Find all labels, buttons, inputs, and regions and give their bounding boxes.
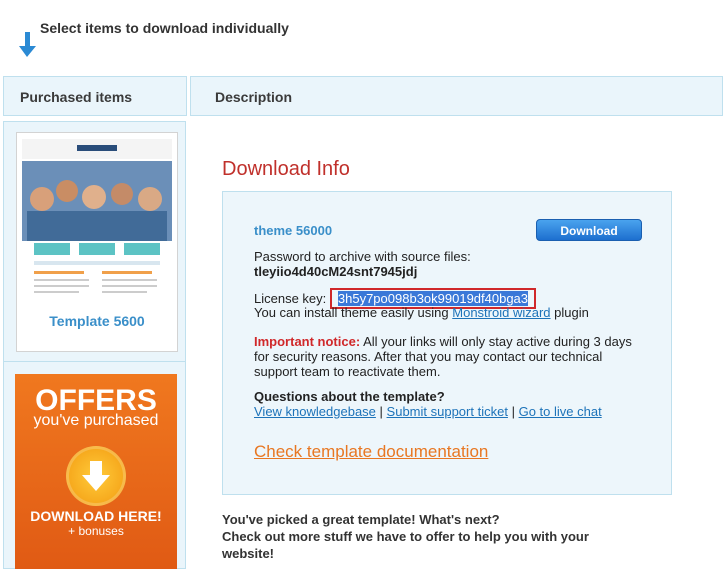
password-label: Password to archive with source files: xyxy=(254,249,471,264)
select-items-label: Select items to download individually xyxy=(40,20,289,36)
monstroid-wizard-link[interactable]: Monstroid wizard xyxy=(452,305,550,320)
whats-next-line2: Check out more stuff we have to offer to… xyxy=(222,529,589,544)
template-caption[interactable]: Template 5600 xyxy=(17,313,177,329)
notice-row: Important notice: All your links will on… xyxy=(254,334,632,349)
view-knowledgebase-link[interactable]: View knowledgebase xyxy=(254,404,376,419)
license-label: License key: xyxy=(254,291,327,306)
whats-next-line1: You've picked a great template! What's n… xyxy=(222,512,500,527)
theme-name: theme 56000 xyxy=(254,223,333,238)
questions-label: Questions about the template? xyxy=(254,389,445,404)
top-bar: Select items to download individually xyxy=(0,0,723,70)
purchased-items-header: Purchased items xyxy=(3,76,187,116)
install-suffix: plugin xyxy=(554,305,589,320)
download-info-box: theme 56000 Download Password to archive… xyxy=(222,191,672,495)
download-button[interactable]: Download xyxy=(536,219,642,241)
notice-line1: All your links will only stay active dur… xyxy=(363,334,632,349)
download-circle-icon xyxy=(66,446,126,506)
template-card[interactable]: Template 5600 xyxy=(16,132,178,352)
check-documentation-link[interactable]: Check template documentation xyxy=(254,442,488,462)
install-row: You can install theme easily using Monst… xyxy=(254,305,589,320)
support-links: View knowledgebase | Submit support tick… xyxy=(254,404,602,419)
download-info-title: Download Info xyxy=(222,158,350,180)
notice-label: Important notice: xyxy=(254,334,361,349)
notice-line2: for security reasons. After that you may… xyxy=(254,349,603,364)
offers-subtitle: you've purchased xyxy=(33,412,159,429)
notice-line3: support team to reactivate them. xyxy=(254,364,441,379)
link-separator: | xyxy=(511,404,515,419)
whats-next-text: You've picked a great template! What's n… xyxy=(222,511,662,562)
offers-panel: OFFERS you've purchased DOWNLOAD HERE! +… xyxy=(3,361,186,569)
arrow-down-icon xyxy=(19,32,36,57)
license-key-value[interactable]: 3h5y7po098b3ok99019df40bga3 xyxy=(337,291,529,306)
link-separator: | xyxy=(379,404,383,419)
submit-ticket-link[interactable]: Submit support ticket xyxy=(387,404,508,419)
template-thumbnail[interactable] xyxy=(22,139,172,309)
offers-download-label: DOWNLOAD HERE! xyxy=(30,508,162,524)
description-header: Description xyxy=(190,76,723,116)
offers-bonus-label: + bonuses xyxy=(68,524,124,538)
page: Select items to download individually Pu… xyxy=(0,0,723,569)
password-value: tleyiio4d40cM24snt7945jdj xyxy=(254,264,418,279)
install-prefix: You can install theme easily using xyxy=(254,305,449,320)
whats-next-line3: website! xyxy=(222,546,275,561)
live-chat-link[interactable]: Go to live chat xyxy=(519,404,602,419)
offers-banner[interactable]: OFFERS you've purchased DOWNLOAD HERE! +… xyxy=(15,374,177,569)
